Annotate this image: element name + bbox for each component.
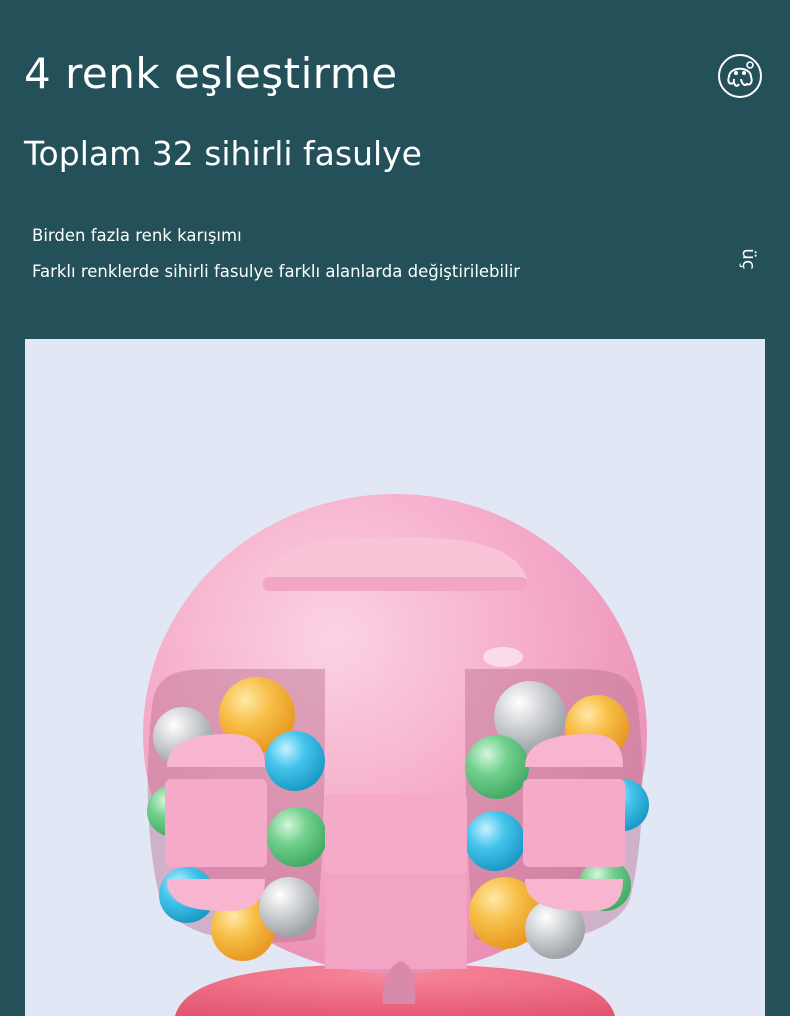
product-photo [25, 339, 765, 1016]
feature-text: Birden fazla renk karışımı [32, 226, 242, 245]
product-page: 4 renk eşleştirme Toplam 32 sihirli fasu… [0, 0, 790, 1016]
side-label: üç [738, 248, 759, 270]
page-subtitle: Toplam 32 sihirli fasulye [24, 134, 422, 173]
octopus-logo-icon [717, 53, 763, 99]
feature-text: Farklı renklerde sihirli fasulye farklı … [32, 262, 521, 281]
page-title: 4 renk eşleştirme [24, 49, 398, 98]
